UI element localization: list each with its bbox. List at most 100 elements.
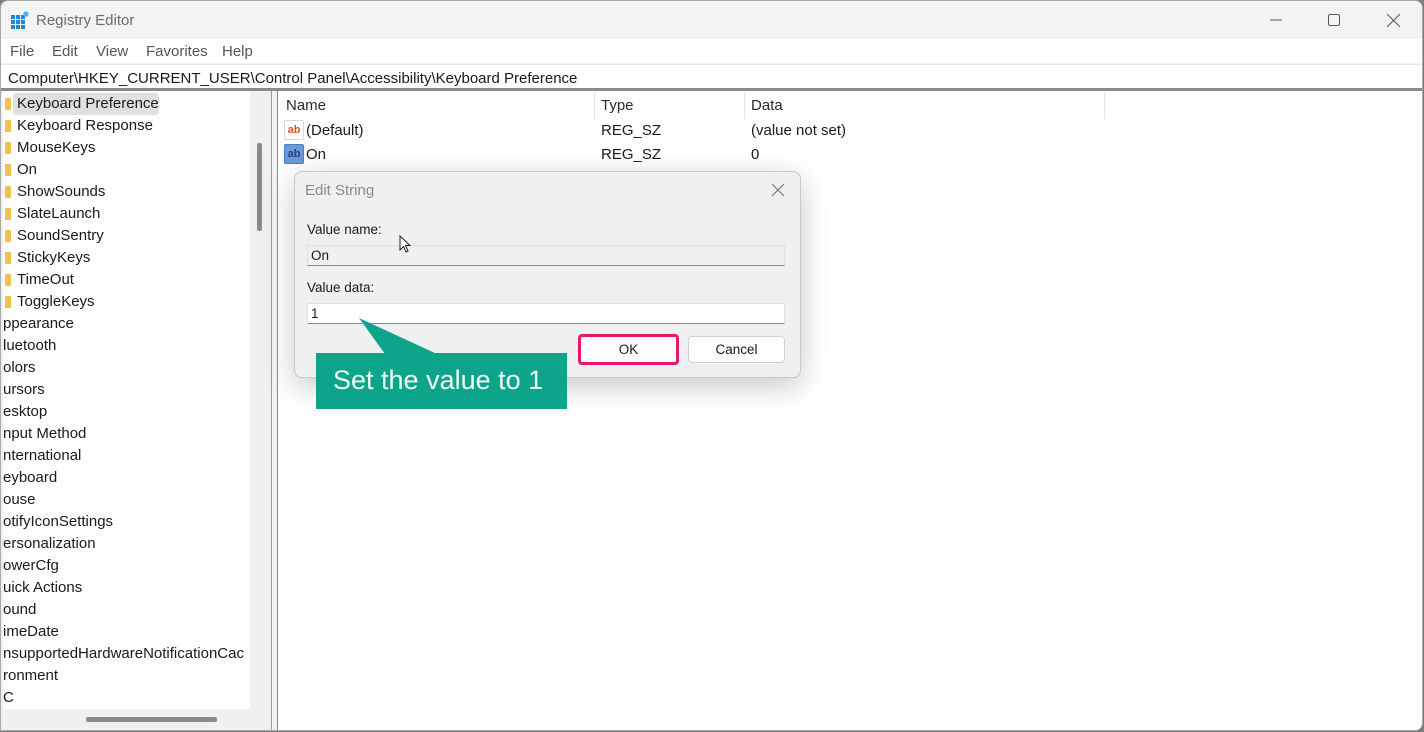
folder-icon [5,208,11,220]
column-separator[interactable] [1104,93,1105,119]
value-type: REG_SZ [601,122,662,139]
column-header-name[interactable]: Name [286,97,326,114]
tree-item[interactable]: TimeOut [3,269,250,289]
folder-icon [5,120,11,132]
tree-item-label: nput Method [3,425,87,442]
tree-item[interactable]: olors [3,357,250,377]
folder-icon [5,230,11,242]
value-data-field[interactable] [307,303,785,324]
tree-item-label: Keyboard Response [17,117,153,134]
tree-item[interactable]: nternational [3,445,250,465]
tree-horizontal-scrollbar[interactable] [86,717,217,722]
tree-item[interactable]: ShowSounds [3,181,250,201]
tree-vertical-scrollbar[interactable] [257,143,262,231]
tree-item[interactable]: Keyboard Response [3,115,250,135]
tree-item[interactable]: nsupportedHardwareNotificationCac [3,643,250,663]
address-bar[interactable]: Computer\HKEY_CURRENT_USER\Control Panel… [1,64,1422,89]
cancel-button[interactable]: Cancel [688,336,785,363]
tree-item[interactable]: SlateLaunch [3,203,250,223]
folder-icon [5,164,11,176]
tree-item[interactable]: SoundSentry [3,225,250,245]
tree-item-label: olors [3,359,36,376]
tree-item[interactable]: ound [3,599,250,619]
menu-view[interactable]: View [96,43,128,60]
value-data-label: Value data: [307,280,375,295]
callout-text: Set the value to 1 [333,365,544,395]
address-path[interactable]: Computer\HKEY_CURRENT_USER\Control Panel… [8,70,577,87]
tree-item[interactable]: uick Actions [3,577,250,597]
tree-item[interactable]: eyboard [3,467,250,487]
tree-item[interactable]: imeDate [3,621,250,641]
registry-editor-icon [11,11,29,29]
close-button[interactable] [1364,1,1422,39]
tree-item[interactable]: C [3,687,250,707]
tree-item-label: On [17,161,38,178]
tree-item-label: MouseKeys [17,139,96,156]
tree-item-label: SlateLaunch [17,205,101,222]
tree-item-label: luetooth [3,337,57,354]
tree-item-label: TimeOut [17,271,74,288]
dialog-title: Edit String [305,182,375,199]
column-separator[interactable] [594,93,595,119]
tree-item-label: ppearance [3,315,74,332]
tree-item-label: ursors [3,381,45,398]
tree-item[interactable]: Keyboard Preference [3,93,250,115]
title-bar: Registry Editor [1,1,1422,39]
value-data: 0 [751,146,760,163]
value-row[interactable]: ab (Default) REG_SZ (value not set) [278,119,1422,143]
menu-edit[interactable]: Edit [52,43,78,60]
window-title: Registry Editor [36,12,135,29]
tree-item-label: imeDate [3,623,59,640]
tree-item[interactable]: MouseKeys [3,137,250,157]
tree-item[interactable]: esktop [3,401,250,421]
folder-icon [5,98,11,110]
folder-icon [5,252,11,264]
tree-item-label: nternational [3,447,82,464]
tree-item[interactable]: StickyKeys [3,247,250,267]
value-row[interactable]: ab On REG_SZ 0 [278,143,1422,167]
dialog-close-button[interactable] [768,180,788,200]
tree-item[interactable]: owerCfg [3,555,250,575]
tree-item[interactable]: ursors [3,379,250,399]
minimize-button[interactable] [1247,1,1305,39]
instruction-callout: Set the value to 1 [316,353,567,409]
menu-help[interactable]: Help [222,43,253,60]
value-name-field[interactable] [307,245,785,266]
folder-icon [5,186,11,198]
column-header-data[interactable]: Data [751,97,783,114]
folder-icon [5,274,11,286]
value-name: (Default) [306,122,364,139]
ok-button[interactable]: OK [578,334,679,365]
tree-item-label: esktop [3,403,48,420]
string-value-icon: ab [284,120,304,140]
tree-item-label: SoundSentry [17,227,104,244]
minimize-icon [1270,19,1282,21]
edit-string-dialog: Edit String Value name: Value data: OK C… [294,171,801,378]
tree-item[interactable]: ouse [3,489,250,509]
tree-item-label: C [3,689,14,706]
tree-item-label: ersonalization [3,535,96,552]
menu-favorites[interactable]: Favorites [146,43,208,60]
menu-file[interactable]: File [10,43,34,60]
tree-item[interactable]: ppearance [3,313,250,333]
maximize-button[interactable] [1305,1,1363,39]
tree-item[interactable]: On [3,159,250,179]
mouse-cursor-icon [399,235,412,253]
tree-item[interactable]: otifyIconSettings [3,511,250,531]
folder-icon [5,142,11,154]
tree-item[interactable]: nput Method [3,423,250,443]
tree-item[interactable]: luetooth [3,335,250,355]
tree-item-label: ouse [3,491,36,508]
tree-item-label: ound [3,601,37,618]
tree-item-label: ToggleKeys [17,293,95,310]
column-separator[interactable] [744,93,745,119]
column-header-type[interactable]: Type [601,97,634,114]
tree-item-label: Keyboard Preference [17,95,159,112]
tree-item[interactable]: ersonalization [3,533,250,553]
tree-item[interactable]: ronment [3,665,250,685]
value-type: REG_SZ [601,146,662,163]
close-icon [1386,13,1400,27]
tree-item-label: ShowSounds [17,183,106,200]
tree-item[interactable]: ToggleKeys [3,291,250,311]
folder-icon [5,296,11,308]
